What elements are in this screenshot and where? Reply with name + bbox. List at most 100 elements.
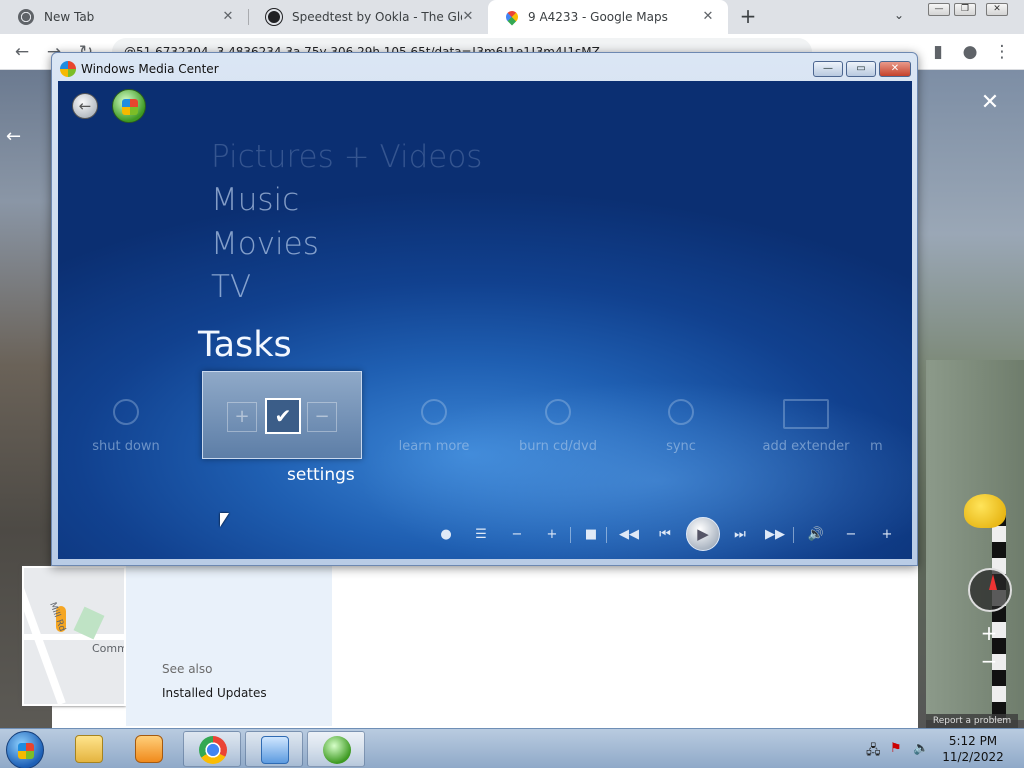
browser-restore-button[interactable]: ❐ xyxy=(954,3,976,16)
tab-google-maps[interactable]: 9 A4233 - Google Maps ✕ xyxy=(488,0,728,34)
clock-date: 11/2/2022 xyxy=(942,750,1004,764)
minus-icon: − xyxy=(307,402,337,432)
channel-down-icon[interactable]: − xyxy=(507,525,527,545)
browser-close-button[interactable]: ✕ xyxy=(986,3,1008,16)
tab-new-tab[interactable]: New Tab ✕ xyxy=(0,0,248,34)
info-panel: See also Installed Updates xyxy=(126,566,332,726)
sync-icon xyxy=(668,399,694,425)
compass-icon[interactable] xyxy=(968,568,1012,612)
close-tab-icon[interactable]: ✕ xyxy=(220,9,236,25)
settings-tile-focused[interactable]: + ✔ − xyxy=(202,371,362,459)
action-center-flag-icon[interactable]: ⚑ xyxy=(890,741,902,756)
windows-taskbar: 🖧 ⚑ 🔈 5:12 PM 11/2/2022 xyxy=(0,728,1024,768)
menu-tasks[interactable]: Tasks xyxy=(198,325,292,365)
task-learn-more[interactable]: learn more xyxy=(374,399,494,454)
back-arrow-icon[interactable]: ← xyxy=(72,93,98,119)
task-burn-cd-dvd[interactable]: burn cd/dvd xyxy=(498,399,618,454)
google-maps-icon xyxy=(503,8,521,26)
belisha-beacon-lamp xyxy=(964,494,1006,528)
record-icon[interactable]: ● xyxy=(436,525,456,545)
volume-icon[interactable]: 🔈 xyxy=(913,741,929,756)
task-label: sync xyxy=(666,439,696,454)
fast-forward-icon[interactable]: ▶▶ xyxy=(765,525,785,545)
close-tab-icon[interactable]: ✕ xyxy=(460,9,476,25)
tab-title: 9 A4233 - Google Maps xyxy=(528,10,668,24)
task-label: m xyxy=(870,439,883,454)
taskbar-control-panel[interactable] xyxy=(245,731,303,767)
report-problem-link[interactable]: Report a problem xyxy=(926,714,1018,728)
taskbar-media-center[interactable] xyxy=(307,731,365,767)
skip-back-icon[interactable]: ⏮ xyxy=(655,525,675,545)
guide-list-icon[interactable]: ☰ xyxy=(471,525,491,545)
belisha-beacon-pole xyxy=(992,510,1006,720)
task-shut-down[interactable]: shut down xyxy=(66,399,186,454)
transport-divider xyxy=(570,527,571,543)
task-label: burn cd/dvd xyxy=(519,439,597,454)
zoom-out-button[interactable]: − xyxy=(976,648,1002,674)
speedtest-icon xyxy=(266,9,282,25)
mute-speaker-icon[interactable]: 🔊 xyxy=(806,525,826,545)
installed-updates-link[interactable]: Installed Updates xyxy=(162,686,267,700)
mouse-cursor-icon xyxy=(220,513,229,527)
zoom-in-button[interactable]: + xyxy=(976,620,1002,646)
maximize-button[interactable]: ▭ xyxy=(846,61,876,77)
tab-title: Speedtest by Ookla - The Global xyxy=(292,10,462,24)
folder-icon xyxy=(75,735,103,763)
media-center-icon xyxy=(323,736,351,764)
stop-icon[interactable]: ■ xyxy=(581,525,601,545)
settings-label: settings xyxy=(287,465,355,485)
close-tab-icon[interactable]: ✕ xyxy=(700,9,716,25)
menu-music[interactable]: Music xyxy=(211,182,299,218)
task-sync[interactable]: sync xyxy=(621,399,741,454)
media-player-icon xyxy=(135,735,163,763)
side-panel-icon[interactable]: ▮ xyxy=(928,42,948,62)
menu-pictures-videos[interactable]: Pictures + Videos xyxy=(211,139,482,175)
media-center-start-button[interactable] xyxy=(112,89,146,123)
menu-movies[interactable]: Movies xyxy=(211,226,319,262)
network-icon[interactable]: 🖧 xyxy=(866,741,881,763)
task-label: add extender xyxy=(762,439,850,454)
tab-search-icon[interactable]: ⌄ xyxy=(894,8,904,22)
see-also-heading: See also xyxy=(162,662,213,676)
window-title: Windows Media Center xyxy=(81,62,219,76)
menu-tv[interactable]: TV xyxy=(211,269,251,305)
skip-forward-icon[interactable]: ⏭ xyxy=(730,525,750,545)
chrome-icon xyxy=(18,9,34,25)
task-add-extender[interactable]: add extender xyxy=(746,399,866,454)
plus-icon: + xyxy=(227,402,257,432)
close-button[interactable]: ✕ xyxy=(879,61,911,77)
street-view-building xyxy=(926,360,1024,720)
task-media-only[interactable]: m xyxy=(870,399,910,454)
taskbar-media-player[interactable] xyxy=(120,731,178,767)
browser-minimize-button[interactable]: — xyxy=(928,3,950,16)
tab-title: New Tab xyxy=(44,10,95,24)
browser-tab-strip: New Tab ✕ Speedtest by Ookla - The Globa… xyxy=(0,0,1024,34)
start-button[interactable] xyxy=(6,731,44,768)
taskbar-chrome[interactable] xyxy=(183,731,241,767)
clock-time: 5:12 PM xyxy=(948,734,998,748)
taskbar-file-explorer[interactable] xyxy=(60,731,118,767)
rewind-icon[interactable]: ◀◀ xyxy=(619,525,639,545)
system-clock[interactable]: 5:12 PM 11/2/2022 xyxy=(940,733,1006,765)
monitor-icon xyxy=(783,399,829,429)
checkmark-icon: ✔ xyxy=(265,398,301,434)
street-view-close-icon[interactable]: ✕ xyxy=(978,90,1002,115)
task-label: shut down xyxy=(92,439,160,454)
new-tab-button[interactable]: + xyxy=(736,5,760,29)
power-icon xyxy=(113,399,139,425)
play-button[interactable]: ▶ xyxy=(686,517,720,551)
volume-down-icon[interactable]: − xyxy=(841,525,861,545)
channel-up-icon[interactable]: + xyxy=(542,525,562,545)
street-view-back-arrow-icon[interactable]: ← xyxy=(6,126,21,147)
minimap[interactable]: Mill Rd Comm xyxy=(22,566,126,706)
back-arrow-icon[interactable]: ← xyxy=(12,42,32,62)
media-center-logo-icon xyxy=(60,61,76,77)
chrome-menu-icon[interactable]: ⋮ xyxy=(992,42,1012,62)
transport-divider xyxy=(606,527,607,543)
profile-avatar-icon[interactable]: ● xyxy=(960,42,980,62)
windows-media-center-window: Windows Media Center — ▭ ✕ ← Pictures + … xyxy=(51,52,918,566)
tab-speedtest[interactable]: Speedtest by Ookla - The Global ✕ xyxy=(248,0,488,34)
minimize-button[interactable]: — xyxy=(813,61,843,77)
volume-up-icon[interactable]: + xyxy=(877,525,897,545)
minimap-place-label: Comm xyxy=(92,642,126,655)
